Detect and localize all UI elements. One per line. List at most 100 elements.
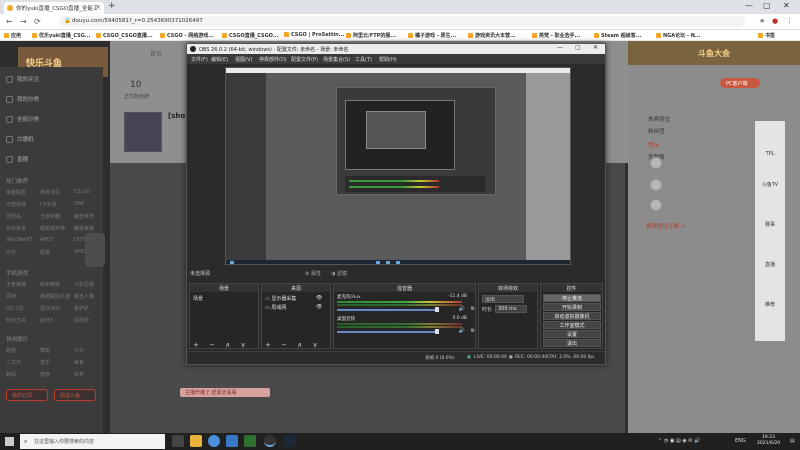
bookmark-item[interactable]: 优乐yuki直播_CSG... — [32, 32, 91, 39]
taskbar-search-input[interactable]: ⌕ 在这里输入你要搜索的内容 — [20, 434, 165, 449]
file-explorer-icon[interactable] — [190, 435, 202, 447]
source-item[interactable]: ▭ 局域网 — [265, 304, 286, 311]
bookmark-item[interactable]: 阿里云/FTP的服... — [346, 32, 396, 39]
speaker-icon[interactable]: 🔊 — [459, 306, 465, 312]
speaker-icon[interactable]: 🔊 — [459, 328, 465, 334]
obs-title-bar[interactable]: OBS 26.0.2 (64-bit, windows) - 配置文件: 未命名… — [187, 44, 605, 54]
sidebar-link[interactable]: 冒险岛 — [6, 213, 21, 220]
streamer-name[interactable]: [sho — [168, 112, 185, 120]
duration-input[interactable]: 300 ms — [495, 305, 527, 313]
rank-tab[interactable]: 贵宾席位 — [648, 115, 670, 123]
virtual-camera-button[interactable]: 启动虚拟摄像机 — [543, 312, 601, 320]
sidebar-link[interactable]: 金铲铲 — [74, 305, 89, 312]
sidebar-link[interactable]: 阴阳师 — [74, 317, 89, 324]
sidebar-link[interactable]: CS:GO — [74, 189, 90, 195]
extension-icon[interactable]: ● — [772, 17, 778, 25]
bookmark-item[interactable]: 英梵 - 职业选手... — [532, 32, 580, 39]
bookmark-item[interactable]: CSGO直播_CSGO... — [222, 32, 279, 39]
settings-gear-icon[interactable]: ⚙ — [471, 306, 475, 312]
avatar[interactable] — [650, 179, 662, 191]
pc-client-button[interactable]: PC客户端 — [720, 78, 760, 88]
sidebar-link[interactable]: CF手游 — [40, 201, 56, 208]
word-icon[interactable] — [226, 435, 238, 447]
sidebar-link[interactable]: 暗黑破坏神 — [40, 225, 65, 232]
menu-tools[interactable]: 工具(T) — [355, 56, 372, 63]
bookmark-item[interactable]: 游戏资讯大本营... — [468, 32, 516, 39]
windows-start-icon[interactable] — [5, 437, 14, 446]
sidebar-item-machine[interactable]: 兰德机 — [6, 135, 34, 143]
task-view-icon[interactable] — [172, 435, 184, 447]
stop-streaming-button[interactable]: 停止推流 — [543, 294, 601, 302]
tab-close-icon[interactable]: × — [95, 3, 101, 11]
ad-item[interactable]: 斗鱼TV — [758, 181, 782, 188]
sidebar-link[interactable]: 户外 — [74, 347, 84, 354]
bookmark-item[interactable]: CSGO - 网络游戏... — [160, 32, 214, 39]
sidebar-link[interactable]: 舞蹈 — [40, 347, 50, 354]
menu-file[interactable]: 文件(F) — [191, 56, 208, 63]
sidebar-link[interactable]: 明日方舟 — [6, 317, 26, 324]
bookmark-item[interactable]: CSGO_CSGO直播... — [96, 32, 153, 39]
start-recording-button[interactable]: 开始录制 — [543, 303, 601, 311]
sidebar-link[interactable]: 英雄联盟 — [6, 189, 26, 196]
sidebar-link[interactable]: DNF — [74, 201, 84, 207]
avatar[interactable] — [650, 199, 662, 211]
obs-taskbar-icon[interactable] — [264, 435, 276, 447]
sidebar-link[interactable]: APEX — [40, 237, 53, 243]
sidebar-link[interactable]: 颜值 — [6, 347, 16, 354]
tray-icons[interactable]: ⌃ ◔ ▣ ▤ ◉ ✉ 🔊 — [658, 438, 700, 444]
notification-icon[interactable]: ▤ — [790, 438, 795, 444]
bookmark-item[interactable]: CSGO | ProSettin... — [284, 32, 344, 38]
reload-icon[interactable]: ⟳ — [34, 17, 41, 26]
exit-button[interactable]: 退出 — [543, 339, 601, 347]
studio-mode-button[interactable]: 工作室模式 — [543, 321, 601, 329]
menu-scene-collection[interactable]: 场景集合(S) — [323, 56, 350, 63]
sidebar-link[interactable]: 火影忍者 — [74, 281, 94, 288]
volume-slider[interactable] — [337, 331, 437, 333]
bookmark-apps[interactable]: 应用 — [4, 32, 21, 39]
browser-tab[interactable]: 你的yuki直播_CSGO直播_全能工 × — [4, 2, 104, 14]
obs-minimize-button[interactable]: — — [557, 44, 563, 51]
sidebar-link[interactable]: 守望先锋 — [6, 201, 26, 208]
streamer-avatar[interactable] — [124, 112, 162, 152]
visibility-eye-icon[interactable]: 👁 — [316, 304, 322, 310]
source-item[interactable]: ▭ 显示器采集 — [265, 295, 296, 302]
obs-close-button[interactable]: ✕ — [593, 44, 598, 51]
chrome-icon[interactable] — [208, 435, 220, 447]
sidebar-link[interactable]: 颜值 — [40, 249, 50, 256]
volume-slider-knob[interactable] — [435, 307, 439, 312]
ad-item[interactable]: 直播 — [758, 261, 782, 268]
new-tab-button[interactable]: + — [108, 1, 116, 11]
ad-item[interactable]: 赛事 — [758, 221, 782, 228]
properties-button[interactable]: ⚙ 属性 — [305, 270, 321, 277]
sidebar-link[interactable]: 魔兽世界 — [74, 213, 94, 220]
rank-tab[interactable]: 粉丝团 — [648, 127, 665, 135]
sidebar-link[interactable]: VALORANT — [6, 237, 33, 243]
menu-dots-icon[interactable]: ⋮ — [786, 17, 793, 25]
scene-item[interactable]: 场景 — [193, 295, 203, 302]
sidebar-item-live[interactable]: 直播 — [6, 155, 28, 163]
sidebar-link[interactable]: 魔兽争霸 — [74, 225, 94, 232]
input-language[interactable]: ENG — [735, 438, 746, 444]
menu-profile[interactable]: 配置文件(P) — [291, 56, 318, 63]
sidebar-link[interactable]: 美食 — [74, 359, 84, 366]
sidebar-link[interactable]: 和平精英 — [40, 281, 60, 288]
address-bar[interactable]: 🔒 douyu.com/5940581?_r=0.254369037102649… — [60, 16, 745, 27]
sidebar-item-all[interactable]: 全部分类 — [6, 115, 39, 123]
volume-slider[interactable] — [337, 309, 437, 311]
settings-button[interactable]: 设置 — [543, 330, 601, 338]
sidebar-item-follow[interactable]: 我的关注 — [6, 75, 39, 83]
subscribe-button[interactable]: 我的订阅 — [6, 389, 48, 401]
sidebar-link[interactable]: 崩坏3 — [40, 317, 53, 324]
transition-select[interactable]: 淡出 — [482, 295, 524, 303]
settings-gear-icon[interactable]: ⚙ — [471, 328, 475, 334]
star-icon[interactable]: ★ — [759, 17, 765, 25]
goto-douyu-button[interactable]: 前往斗鱼 — [54, 389, 96, 401]
nav-home[interactable]: 首页 — [150, 49, 162, 58]
visibility-eye-icon[interactable]: 👁 — [316, 295, 322, 301]
source-toolbar[interactable]: + − ∧ ∨ — [265, 341, 322, 349]
menu-docks[interactable]: 停靠部件(D) — [259, 56, 287, 63]
minimize-button[interactable]: — — [745, 1, 753, 10]
sidebar-link[interactable]: QQ飞车 — [6, 305, 24, 312]
filters-button[interactable]: ◑ 滤镜 — [331, 270, 347, 277]
bookmark-item[interactable]: NGA论坛 - N... — [656, 32, 701, 39]
